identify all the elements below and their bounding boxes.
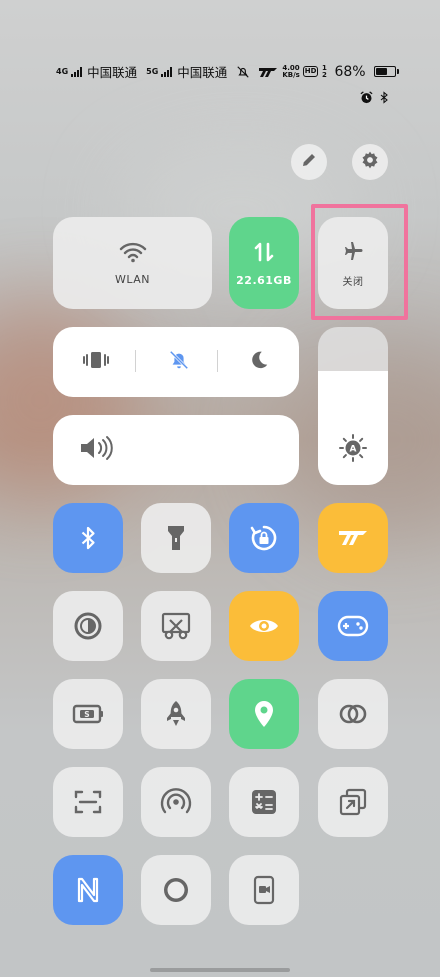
calculator-icon [250, 788, 278, 816]
tile-flashlight[interactable] [141, 503, 211, 573]
sim2-carrier: 中国联通 [177, 65, 228, 80]
tile-scan[interactable] [53, 767, 123, 837]
wlan-label: WLAN [114, 272, 150, 286]
tile-power-saver[interactable]: S [53, 679, 123, 749]
mute-bell-icon[interactable] [168, 349, 190, 375]
bluetooth-icon [77, 525, 99, 551]
network-speed: 4.00 KB/s [282, 63, 300, 79]
bluetooth-icon [378, 90, 390, 109]
gamepad-icon [337, 614, 369, 638]
sim1-network-type: 4G [56, 66, 69, 76]
edit-button[interactable] [291, 144, 327, 180]
screen-scissors-icon [160, 611, 192, 641]
tile-auto-rotate[interactable] [229, 503, 299, 573]
tile-multi-window[interactable] [318, 767, 388, 837]
wifi-icon [119, 241, 147, 267]
status-bar: 4G 中国联通 5G 中国联通 4.00 KB/s HD 1 2 68% [0, 62, 440, 84]
mute-bell-icon [236, 65, 250, 79]
tile-boost[interactable] [141, 679, 211, 749]
data-arrows-icon [253, 240, 275, 268]
scan-frame-icon [73, 788, 103, 816]
tile-dark-mode[interactable] [53, 591, 123, 661]
tile-app-shortcut[interactable] [318, 503, 388, 573]
home-indicator [150, 968, 290, 972]
volume-slider[interactable] [53, 415, 299, 485]
vibrate-icon[interactable] [82, 349, 110, 375]
battery-icon [373, 66, 399, 77]
app-logo-icon [336, 528, 370, 548]
alarm-icon [359, 90, 374, 109]
tile-location[interactable] [229, 679, 299, 749]
nfc-icon [76, 875, 100, 905]
eye-icon [248, 615, 280, 637]
rocket-icon [164, 699, 188, 729]
tile-calculator[interactable] [229, 767, 299, 837]
tile-link[interactable] [318, 679, 388, 749]
sim2-network-type: 5G [146, 66, 159, 76]
sound-mode-divider [217, 350, 218, 372]
tile-video-call[interactable] [229, 855, 299, 925]
tile-screen-record[interactable] [141, 855, 211, 925]
sim1-carrier: 中国联通 [87, 65, 138, 80]
wlan-tile[interactable]: WLAN [53, 217, 212, 309]
hd-sub-label: 1 2 [322, 63, 327, 79]
mobile-data-tile[interactable]: 22.61GB [229, 217, 299, 309]
window-share-icon [338, 787, 368, 817]
sound-mode-divider [135, 350, 136, 372]
airplane-highlight-frame [311, 204, 408, 320]
hd-voice-badge: HD [302, 66, 319, 77]
hotspot-icon [160, 787, 192, 817]
tile-hotspot[interactable] [141, 767, 211, 837]
location-pin-icon [252, 699, 276, 729]
moon-icon[interactable] [248, 349, 270, 375]
tile-nfc[interactable] [53, 855, 123, 925]
tile-eye-protection[interactable] [229, 591, 299, 661]
gear-icon [360, 150, 380, 174]
phone-video-icon [252, 875, 276, 905]
sim2-signal-icon [161, 66, 173, 77]
svg-text:A: A [350, 445, 357, 455]
speaker-icon [79, 435, 115, 465]
battery-s-icon: S [72, 703, 104, 725]
pencil-icon [300, 151, 318, 173]
rotate-lock-icon [249, 523, 279, 553]
brightness-slider[interactable]: A [318, 327, 388, 485]
flashlight-icon [166, 524, 186, 552]
contrast-icon [73, 611, 103, 641]
status-bar-secondary [359, 90, 390, 109]
sound-mode-panel [53, 327, 299, 397]
battery-percent: 68% [334, 63, 366, 80]
settings-button[interactable] [352, 144, 388, 180]
app-logo-icon [257, 66, 279, 78]
svg-text:S: S [84, 710, 89, 719]
link-rings-icon [337, 701, 369, 727]
mobile-data-usage: 22.61GB [236, 273, 292, 287]
sim1-signal-icon [71, 66, 83, 77]
tile-screenshot-scissors[interactable] [141, 591, 211, 661]
auto-brightness-icon: A [338, 433, 368, 467]
tile-bluetooth[interactable] [53, 503, 123, 573]
tile-game-mode[interactable] [318, 591, 388, 661]
record-circle-icon [161, 875, 191, 905]
